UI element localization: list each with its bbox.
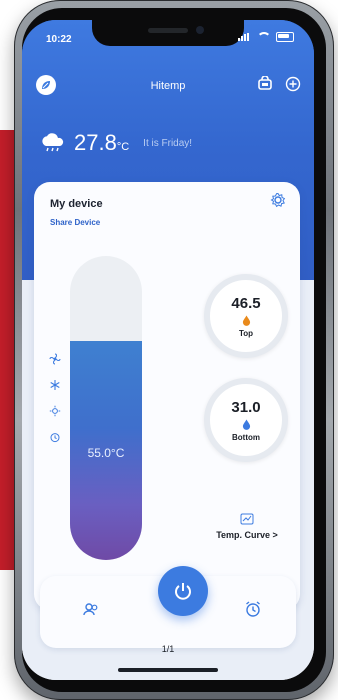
weather-summary: 27.8°C It is Friday!	[40, 130, 192, 156]
home-indicator[interactable]	[118, 668, 218, 672]
notch	[92, 20, 244, 46]
add-icon[interactable]	[284, 75, 302, 93]
page-indicator: 1/1	[161, 644, 175, 654]
cart-icon[interactable]	[256, 75, 274, 93]
gear-icon[interactable]	[270, 192, 286, 208]
power-icon	[175, 583, 191, 600]
snowflake-icon[interactable]	[48, 378, 62, 392]
temp-curve-label: Temp. Curve >	[216, 530, 278, 540]
cloud-rain-icon	[42, 133, 64, 152]
signal-icon	[238, 33, 252, 41]
sun-icon[interactable]	[48, 404, 62, 418]
temp-curve-link[interactable]: Temp. Curve >	[202, 512, 292, 540]
users-icon[interactable]	[82, 600, 100, 618]
water-tank-level: 55.0°C	[70, 256, 142, 560]
top-temperature-gauge: 46.5 Top	[204, 274, 288, 358]
weather-temperature: 27.8°C	[74, 130, 129, 156]
weather-message: It is Friday!	[143, 137, 193, 149]
bottom-temperature-value: 31.0	[231, 398, 261, 416]
power-button[interactable]	[158, 566, 208, 616]
device-card: My device Share Device 55.0°C 46.5 Top 3…	[34, 182, 300, 610]
status-icons	[238, 32, 294, 42]
alarm-icon[interactable]	[244, 600, 262, 618]
bottom-temperature-label: Bottom	[232, 432, 260, 442]
alarm-icon[interactable]	[48, 430, 62, 444]
mode-icons	[48, 352, 62, 444]
battery-icon	[276, 32, 294, 42]
status-time: 10:22	[46, 34, 72, 45]
speaker	[148, 28, 188, 33]
weather-temperature-unit: °C	[116, 141, 130, 153]
header-actions	[256, 75, 302, 93]
wifi-icon	[257, 32, 271, 42]
bottom-temperature-gauge: 31.0 Bottom	[204, 378, 288, 462]
top-temperature-value: 46.5	[231, 294, 261, 312]
weather-temperature-value: 27.8	[74, 130, 117, 155]
tank-temperature: 55.0°C	[87, 446, 125, 460]
water-drop-icon	[242, 419, 250, 430]
chart-icon	[240, 513, 254, 525]
front-camera	[196, 26, 204, 34]
app-screen: 10:22 Hitemp 27.8°C It is Friday! My dev…	[22, 20, 314, 680]
flame-drop-icon	[242, 315, 250, 326]
device-card-title: My device	[50, 198, 103, 210]
share-device-link[interactable]: Share Device	[50, 218, 100, 227]
top-temperature-label: Top	[238, 328, 254, 338]
fan-icon[interactable]	[48, 352, 62, 366]
